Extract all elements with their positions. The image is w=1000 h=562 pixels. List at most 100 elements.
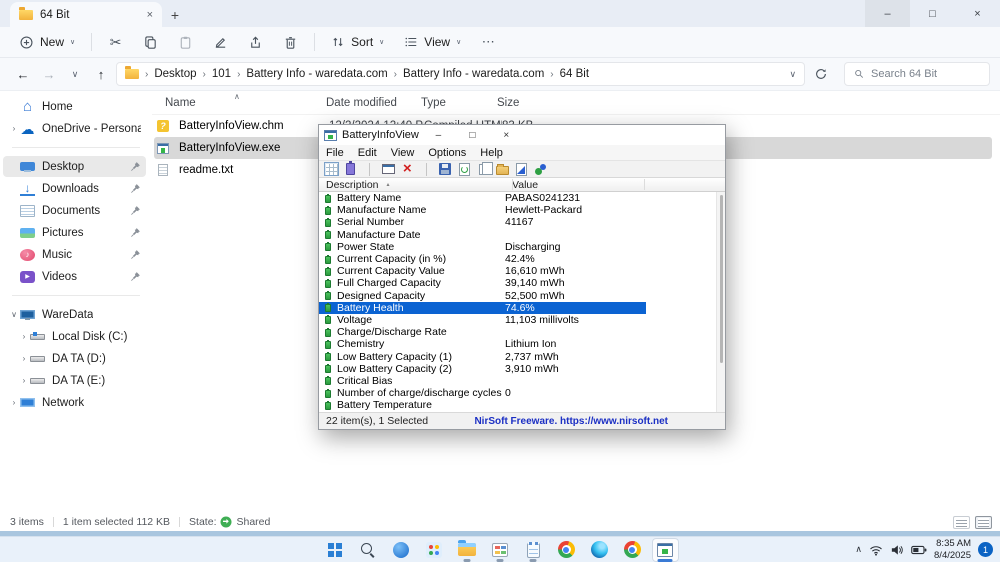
maximize-button[interactable]: □ <box>910 0 955 27</box>
up-button[interactable]: ↑ <box>88 67 114 82</box>
expander-chevron-icon[interactable]: › <box>18 354 30 363</box>
clock[interactable]: 8:35 AM 8/4/2025 <box>934 538 971 561</box>
search-input[interactable] <box>871 68 980 80</box>
sidebar-item[interactable]: › DA TA (D:) <box>3 348 146 369</box>
edge-icon[interactable] <box>586 538 613 562</box>
expander-chevron-icon[interactable]: › <box>18 376 30 385</box>
menu-item[interactable]: Edit <box>358 147 377 159</box>
address-dropdown-icon[interactable]: ∨ <box>790 69 797 80</box>
battery-property-row[interactable]: Battery Name PABAS0241231 <box>319 192 646 204</box>
battery-property-row[interactable]: Manufacture Name Hewlett-Packard <box>319 204 646 216</box>
refresh-icon[interactable] <box>456 162 472 177</box>
toolbar-separator[interactable] <box>418 162 434 177</box>
expander-chevron-icon[interactable]: › <box>18 332 30 341</box>
refresh-button[interactable] <box>805 61 838 87</box>
battery-property-row[interactable]: Power State Discharging <box>319 241 646 253</box>
minimize-button[interactable]: – <box>865 0 910 27</box>
battery-property-row[interactable]: Manufacture Date <box>319 229 646 241</box>
properties-icon[interactable] <box>494 162 510 177</box>
sidebar-item[interactable]: Downloads <box>3 178 146 199</box>
column-header-type[interactable]: Type <box>421 97 497 109</box>
battery-property-row[interactable]: Charge/Discharge Rate <box>319 326 646 338</box>
close-button[interactable]: × <box>955 0 1000 27</box>
address-bar[interactable]: › Desktop › 101 › Battery Info - waredat… <box>116 62 806 86</box>
toolbar-separator[interactable] <box>361 162 377 177</box>
column-header-name[interactable]: Name <box>165 97 326 109</box>
breadcrumb-segment[interactable]: Desktop <box>154 68 196 80</box>
recent-locations-button[interactable]: ∨ <box>62 69 88 80</box>
sort-button[interactable]: Sort ∨ <box>322 29 393 55</box>
battery-property-row[interactable]: Voltage 11,103 millivolts <box>319 314 646 326</box>
breadcrumb-segment[interactable]: Battery Info - waredata.com <box>403 68 544 80</box>
delete-red-x-icon[interactable] <box>399 162 415 177</box>
more-options-button[interactable]: ⋯ <box>472 29 505 55</box>
close-button[interactable]: × <box>492 125 521 145</box>
volume-icon[interactable] <box>890 544 904 556</box>
rename-button[interactable] <box>204 29 237 55</box>
battery-property-row[interactable]: Full Charged Capacity 39,140 mWh <box>319 277 646 289</box>
nirsoft-link[interactable]: NirSoft Freeware. https://www.nirsoft.ne… <box>474 416 668 427</box>
chrome-icon[interactable] <box>553 538 580 562</box>
battery-icon[interactable] <box>342 161 358 177</box>
battery-property-row[interactable]: Serial Number 41167 <box>319 216 646 228</box>
app-window-icon[interactable] <box>487 538 514 562</box>
battery-icon[interactable] <box>911 544 927 556</box>
sidebar-item[interactable]: Desktop <box>3 156 146 177</box>
forward-button[interactable]: → <box>36 67 62 82</box>
export-html-icon[interactable] <box>513 162 529 177</box>
column-header-size[interactable]: Size <box>497 97 557 109</box>
expander-chevron-icon[interactable]: ∨ <box>8 310 20 319</box>
minimize-button[interactable]: – <box>424 125 453 145</box>
sidebar-item[interactable]: Music <box>3 244 146 265</box>
copy-icon[interactable] <box>475 161 493 177</box>
battery-property-row[interactable]: Low Battery Capacity (2) 3,910 mWh <box>319 363 646 375</box>
breadcrumb-segment[interactable]: 101 <box>212 68 231 80</box>
title-bar[interactable]: BatteryInfoView – □ × <box>319 125 725 145</box>
sidebar-item[interactable]: › Network <box>3 392 146 413</box>
sidebar-item[interactable]: › OneDrive - Personal <box>3 118 146 139</box>
battery-property-row[interactable]: Battery Temperature <box>319 399 646 411</box>
sidebar-item[interactable]: › DA TA (E:) <box>3 370 146 391</box>
column-header-description[interactable]: Description ▴ <box>319 179 505 191</box>
tab-64-bit[interactable]: 64 Bit × <box>10 2 162 27</box>
battery-property-row[interactable]: Designed Capacity 52,500 mWh <box>319 290 646 302</box>
column-header-date[interactable]: Date modified <box>326 97 421 109</box>
maximize-button[interactable]: □ <box>458 125 487 145</box>
expander-chevron-icon[interactable]: › <box>8 398 20 407</box>
save-icon[interactable] <box>437 162 453 177</box>
vertical-scrollbar[interactable] <box>716 192 725 412</box>
wifi-icon[interactable] <box>869 544 883 556</box>
about-icon[interactable] <box>532 162 548 177</box>
sidebar-item[interactable]: ∨ WareData <box>3 304 146 325</box>
report-grid-icon[interactable] <box>323 162 339 177</box>
notepad-icon[interactable] <box>520 538 547 562</box>
menu-item[interactable]: Help <box>480 147 503 159</box>
tab-close-icon[interactable]: × <box>147 9 153 21</box>
breadcrumb-segment[interactable]: 64 Bit <box>560 68 589 80</box>
sidebar-item[interactable]: Documents <box>3 200 146 221</box>
cut-button[interactable]: ✂ <box>99 29 132 55</box>
file-explorer-icon[interactable] <box>454 538 481 562</box>
menu-item[interactable]: Options <box>428 147 466 159</box>
battery-property-row[interactable]: Low Battery Capacity (1) 2,737 mWh <box>319 350 646 363</box>
sidebar-item[interactable]: › Local Disk (C:) <box>3 326 146 347</box>
battery-property-row[interactable]: Current Capacity Value 16,610 mWh <box>319 265 646 277</box>
photos-icon[interactable] <box>421 538 448 562</box>
new-tab-button[interactable]: + <box>162 2 188 27</box>
view-button[interactable]: View ∨ <box>395 29 470 55</box>
window-mode-icon[interactable] <box>380 162 396 177</box>
sidebar-item[interactable]: Pictures <box>3 222 146 243</box>
battery-property-row[interactable]: Chemistry Lithium Ion <box>319 338 646 350</box>
chrome-icon-2[interactable] <box>619 538 646 562</box>
notification-badge[interactable]: 1 <box>978 542 993 557</box>
share-button[interactable] <box>239 29 272 55</box>
sidebar-item[interactable]: Videos <box>3 266 146 287</box>
delete-button[interactable] <box>274 29 307 55</box>
expander-chevron-icon[interactable]: › <box>8 124 20 133</box>
battery-property-row[interactable]: Current Capacity (in %) 42.4% <box>319 253 646 265</box>
hidden-icons-chevron[interactable]: ∧ <box>855 544 862 555</box>
column-header-value[interactable]: Value <box>505 179 538 191</box>
breadcrumb-segment[interactable]: Battery Info - waredata.com <box>246 68 387 80</box>
start-button[interactable] <box>322 538 349 562</box>
battery-property-row[interactable]: Number of charge/discharge cycles 0 <box>319 387 646 399</box>
